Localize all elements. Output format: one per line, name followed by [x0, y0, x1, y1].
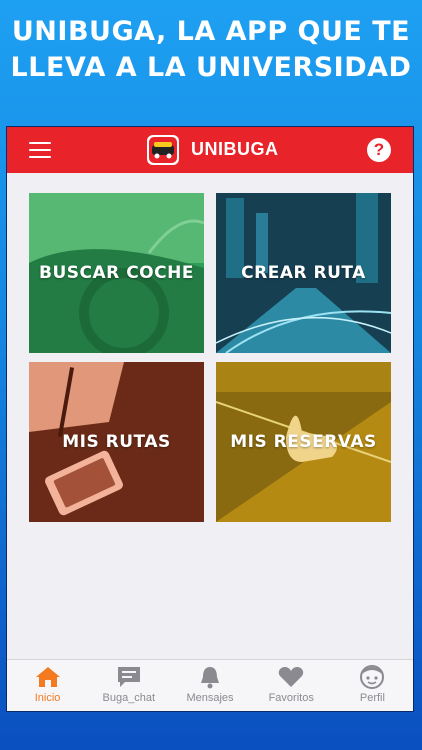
bell-icon: [201, 667, 219, 689]
main-menu-grid: BUSCAR COCHE CREAR RUTA MIS RUTAS MIS RE…: [29, 193, 391, 523]
tab-label: Inicio: [34, 692, 61, 704]
tile-crear-ruta[interactable]: CREAR RUTA: [216, 193, 391, 353]
promo-line-2: LLEVA A LA UNIVERSIDAD: [10, 52, 412, 83]
app-screen: UNIBUGA ? BUSCAR COCHE CREAR RUTA MIS RU…: [6, 126, 414, 712]
tab-favoritos[interactable]: Favoritos: [251, 660, 332, 711]
tab-label: Favoritos: [268, 692, 314, 704]
heart-icon: [279, 667, 304, 687]
home-icon: [35, 667, 60, 687]
tab-label: Buga_chat: [102, 692, 156, 704]
tab-perfil[interactable]: Perfil: [332, 660, 413, 711]
tile-mis-reservas[interactable]: MIS RESERVAS: [216, 362, 391, 522]
promo-line-1: UNIBUGA, LA APP QUE TE: [11, 16, 411, 47]
tab-inicio[interactable]: Inicio: [7, 660, 88, 711]
tab-mensajes[interactable]: Mensajes: [169, 660, 250, 711]
bottom-tab-bar: Inicio Buga_chat Mensajes Favoritos Perf…: [7, 659, 413, 711]
face-icon: [360, 665, 385, 689]
tab-label: Perfil: [359, 692, 385, 704]
promo-headline: UNIBUGA, LA APP QUE TE LLEVA A LA UNIVER…: [0, 14, 422, 86]
tile-buscar-coche[interactable]: BUSCAR COCHE: [29, 193, 204, 353]
tile-label: MIS RUTAS: [62, 432, 171, 452]
tile-mis-rutas[interactable]: MIS RUTAS: [29, 362, 204, 522]
chat-icon: [117, 667, 140, 687]
tile-label: MIS RESERVAS: [230, 432, 377, 452]
tile-label: BUSCAR COCHE: [39, 263, 194, 283]
tab-label: Mensajes: [186, 692, 234, 704]
hamburger-menu-icon[interactable]: [29, 142, 51, 158]
app-logo: [147, 135, 179, 165]
tab-buga-chat[interactable]: Buga_chat: [88, 660, 169, 711]
help-icon[interactable]: ?: [367, 138, 391, 162]
tile-label: CREAR RUTA: [241, 263, 366, 283]
app-title: UNIBUGA: [191, 139, 279, 159]
app-bar: UNIBUGA ?: [7, 127, 413, 173]
